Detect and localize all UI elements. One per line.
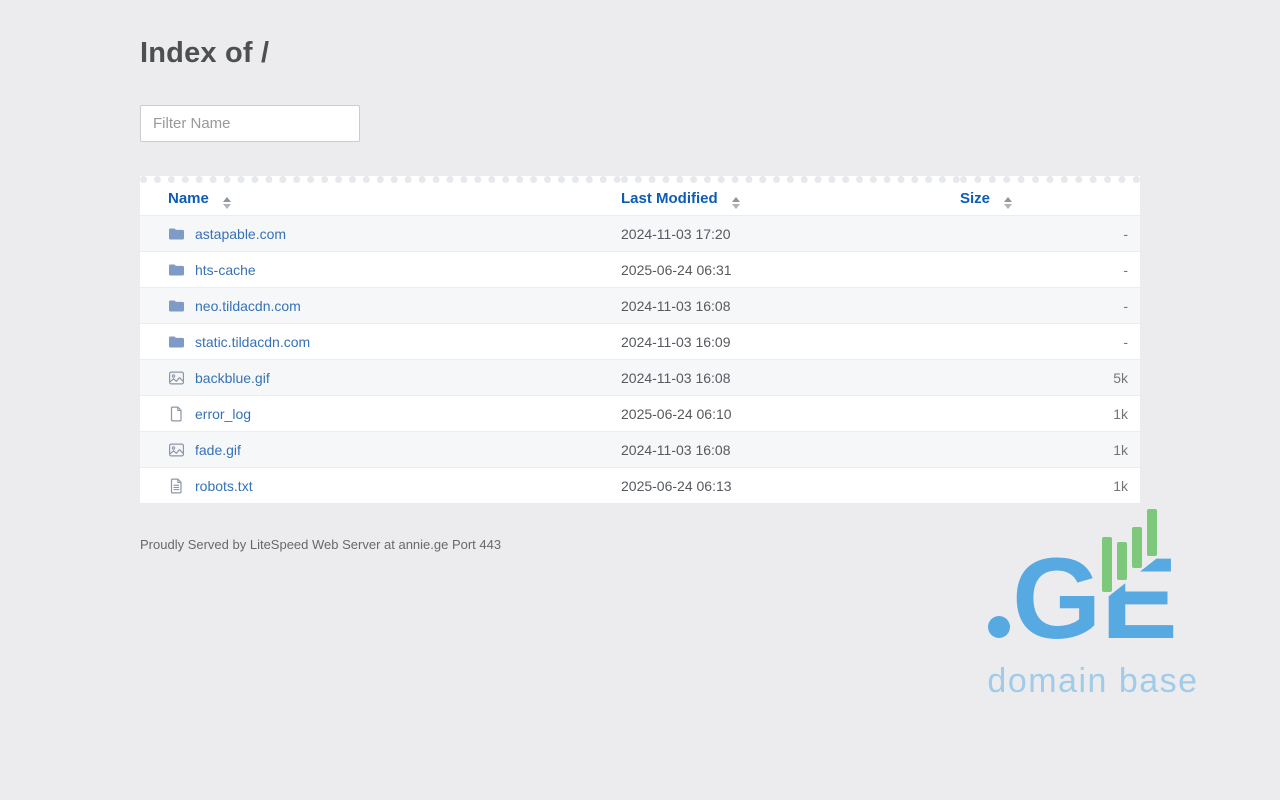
table-row: static.tildacdn.com 2024-11-03 16:09 - <box>140 324 1140 360</box>
size-cell: - <box>960 324 1140 360</box>
file-link[interactable]: robots.txt <box>195 478 253 494</box>
modified-cell: 2025-06-24 06:10 <box>621 396 960 432</box>
folder-icon <box>168 298 185 314</box>
table-row: robots.txt 2025-06-24 06:13 1k <box>140 468 1140 504</box>
ge-domain-base-logo: G E domain base <box>988 500 1198 705</box>
size-cell: 1k <box>960 468 1140 504</box>
logo-dot <box>988 616 1010 638</box>
file-link[interactable]: hts-cache <box>195 262 256 278</box>
size-cell: - <box>960 288 1140 324</box>
folder-icon <box>168 262 185 278</box>
table-row: error_log 2025-06-24 06:10 1k <box>140 396 1140 432</box>
column-header-name[interactable]: Name <box>140 180 621 216</box>
table-row: backblue.gif 2024-11-03 16:08 5k <box>140 360 1140 396</box>
image-icon <box>168 370 185 386</box>
file-link[interactable]: backblue.gif <box>195 370 270 386</box>
modified-cell: 2024-11-03 16:09 <box>621 324 960 360</box>
folder-icon <box>168 334 185 350</box>
size-cell: 1k <box>960 432 1140 468</box>
table-row: neo.tildacdn.com 2024-11-03 16:08 - <box>140 288 1140 324</box>
file-link[interactable]: neo.tildacdn.com <box>195 298 301 314</box>
table-row: fade.gif 2024-11-03 16:08 1k <box>140 432 1140 468</box>
column-header-modified[interactable]: Last Modified <box>621 180 960 216</box>
file-text-icon <box>168 478 185 494</box>
file-link[interactable]: error_log <box>195 406 251 422</box>
logo-letter-g: G <box>1012 535 1101 663</box>
name-header-label: Name <box>168 190 209 207</box>
size-cell: - <box>960 252 1140 288</box>
image-icon <box>168 442 185 458</box>
folder-icon <box>168 226 185 242</box>
modified-cell: 2024-11-03 16:08 <box>621 432 960 468</box>
modified-header-label: Last Modified <box>621 190 718 207</box>
table-row: astapable.com 2024-11-03 17:20 - <box>140 216 1140 252</box>
size-cell: 1k <box>960 396 1140 432</box>
size-header-label: Size <box>960 190 990 207</box>
file-link[interactable]: astapable.com <box>195 226 286 242</box>
modified-cell: 2024-11-03 17:20 <box>621 216 960 252</box>
file-link[interactable]: static.tildacdn.com <box>195 334 310 350</box>
modified-cell: 2025-06-24 06:13 <box>621 468 960 504</box>
sort-arrows-icon[interactable] <box>223 197 231 209</box>
table-header-row: Name Last Modified Size <box>140 180 1140 216</box>
sort-arrows-icon[interactable] <box>1004 197 1012 209</box>
column-header-size[interactable]: Size <box>960 180 1140 216</box>
modified-cell: 2025-06-24 06:31 <box>621 252 960 288</box>
file-link[interactable]: fade.gif <box>195 442 241 458</box>
directory-index-page: Index of / Name Last Modified Size astap… <box>140 0 1140 552</box>
filter-name-input[interactable] <box>140 105 360 142</box>
file-icon <box>168 406 185 422</box>
size-cell: - <box>960 216 1140 252</box>
size-cell: 5k <box>960 360 1140 396</box>
modified-cell: 2024-11-03 16:08 <box>621 288 960 324</box>
sort-arrows-icon[interactable] <box>732 197 740 209</box>
modified-cell: 2024-11-03 16:08 <box>621 360 960 396</box>
logo-tagline: domain base <box>988 662 1198 700</box>
page-title: Index of / <box>140 39 1140 68</box>
table-row: hts-cache 2025-06-24 06:31 - <box>140 252 1140 288</box>
files-table: Name Last Modified Size astapable.com 20… <box>140 176 1140 504</box>
